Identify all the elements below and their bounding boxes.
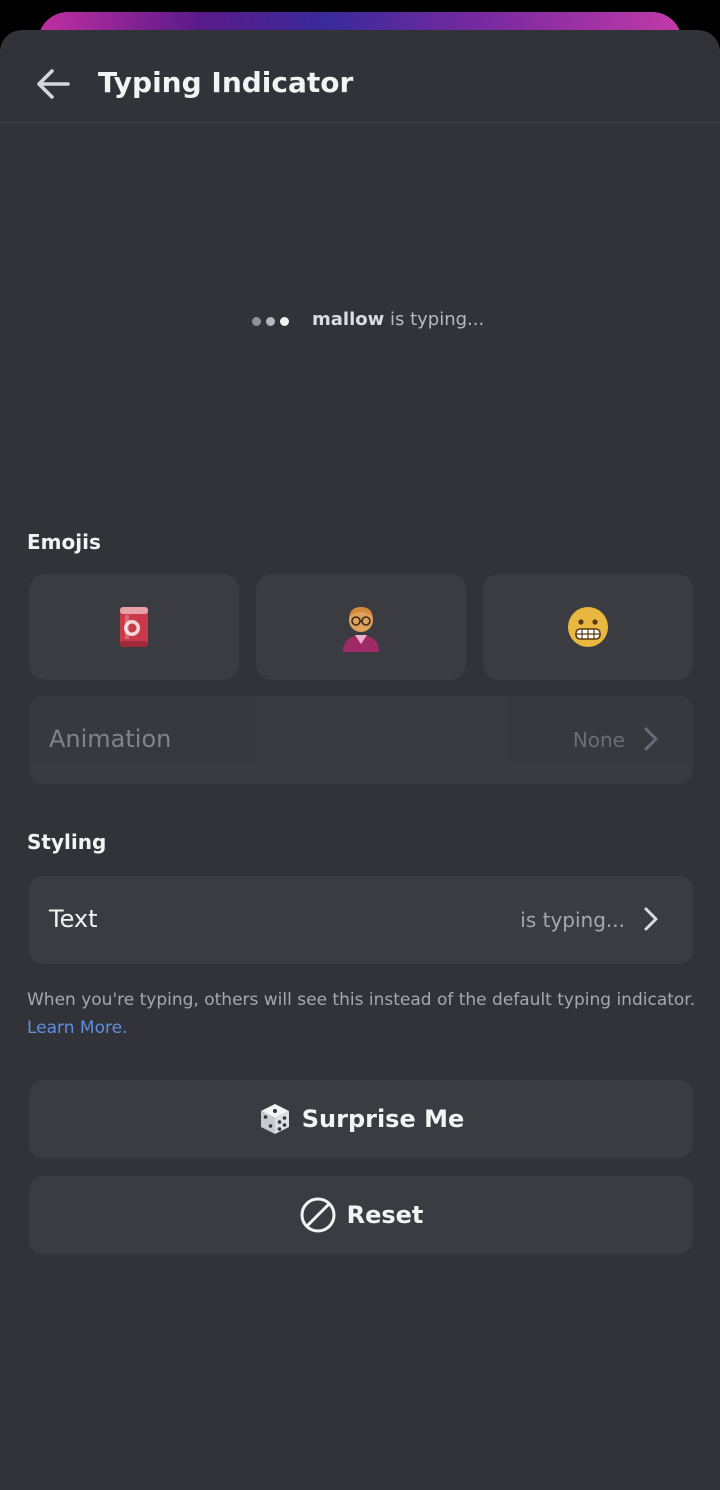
chevron-right-icon	[644, 907, 658, 931]
dice-icon	[260, 1104, 289, 1134]
typing-indicator-sheet: Typing Indicator mallow is typing... Emo…	[0, 30, 720, 1490]
preview-username: mallow	[312, 309, 385, 330]
emojis-section-title: Emojis	[27, 530, 101, 554]
soda-can-emoji-icon	[120, 607, 148, 647]
prohibited-icon	[300, 1197, 336, 1233]
help-description: When you're typing, others will see this…	[27, 990, 696, 1010]
reset-label: Reset	[346, 1201, 424, 1229]
styling-section-title: Styling	[27, 830, 107, 854]
person-with-glasses-emoji-icon	[343, 607, 379, 652]
animation-label: Animation	[49, 725, 172, 753]
text-value: is typing...	[520, 908, 625, 932]
grimacing-face-emoji-icon	[568, 607, 608, 647]
chevron-right-icon	[644, 727, 658, 751]
typing-preview-text: mallow is typing...	[312, 309, 484, 330]
preview-typing-text: is typing...	[389, 309, 485, 330]
surprise-me-label: Surprise Me	[301, 1105, 465, 1133]
header: Typing Indicator	[0, 30, 720, 123]
text-row[interactable]: Text is typing...	[29, 876, 693, 964]
learn-more-link[interactable]: Learn More.	[27, 1018, 127, 1038]
surprise-me-button[interactable]: Surprise Me	[29, 1080, 693, 1158]
typing-dots-icon	[252, 315, 296, 329]
help-text: When you're typing, others will see this…	[27, 986, 697, 1042]
back-button[interactable]	[30, 60, 78, 108]
page-title: Typing Indicator	[98, 66, 354, 99]
reset-button[interactable]: Reset	[29, 1176, 693, 1254]
emoji-slot-3[interactable]	[483, 574, 693, 680]
typing-preview: mallow is typing...	[0, 302, 720, 342]
arrow-left-icon	[37, 69, 70, 99]
emoji-slot-2[interactable]	[256, 574, 466, 680]
animation-row[interactable]: Animation None	[29, 696, 693, 784]
animation-value: None	[572, 728, 625, 752]
emoji-slot-1[interactable]	[29, 574, 239, 680]
text-label: Text	[49, 905, 98, 933]
